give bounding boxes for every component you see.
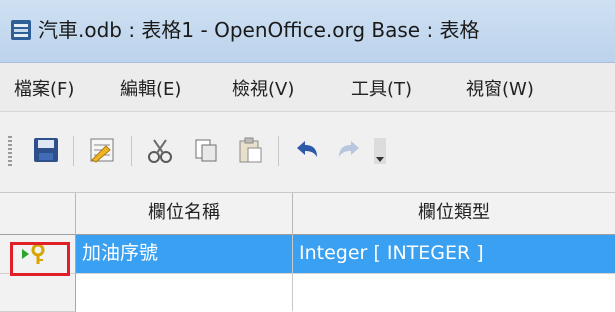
- field-type-cell[interactable]: Integer [ INTEGER ]: [293, 235, 615, 273]
- menu-tools[interactable]: 工具(T): [351, 75, 412, 101]
- column-header-field-name[interactable]: 欄位名稱: [76, 193, 293, 235]
- row-header[interactable]: [0, 274, 76, 312]
- cut-icon[interactable]: [142, 132, 178, 168]
- menu-window[interactable]: 視窗(W): [466, 75, 534, 101]
- field-name-cell[interactable]: 加油序號: [76, 235, 292, 273]
- row-header-corner: [0, 193, 76, 235]
- menu-edit[interactable]: 編輯(E): [120, 75, 181, 101]
- copy-icon[interactable]: [188, 132, 224, 168]
- menu-file[interactable]: 檔案(F): [14, 75, 74, 101]
- title-bar: 汽車.odb : 表格1 - OpenOffice.org Base : 表格: [0, 0, 615, 63]
- dropdown-arrow-icon[interactable]: [368, 132, 404, 168]
- openoffice-base-icon: [11, 20, 31, 40]
- paste-icon[interactable]: [232, 132, 268, 168]
- save-icon[interactable]: [28, 132, 64, 168]
- redo-icon[interactable]: [332, 132, 368, 168]
- menu-bar: 檔案(F) 編輯(E) 檢視(V) 工具(T) 視窗(W): [0, 63, 615, 112]
- toolbar-grip[interactable]: [8, 136, 12, 166]
- toolbar-separator: [131, 136, 132, 166]
- design-view-icon[interactable]: [84, 132, 120, 168]
- undo-icon[interactable]: [288, 132, 324, 168]
- table-design-grid: 欄位名稱 欄位類型 加油序號 Integer [ INTEGER ]: [0, 193, 615, 312]
- toolbar-separator: [73, 136, 74, 166]
- toolbar-separator: [278, 136, 279, 166]
- table-row-empty[interactable]: [76, 274, 615, 311]
- column-header-field-type[interactable]: 欄位類型: [293, 193, 615, 235]
- window-title: 汽車.odb : 表格1 - OpenOffice.org Base : 表格: [38, 18, 480, 42]
- annotation-highlight-box: [10, 242, 70, 276]
- toolbar: [0, 112, 615, 193]
- menu-view[interactable]: 檢視(V): [232, 75, 294, 101]
